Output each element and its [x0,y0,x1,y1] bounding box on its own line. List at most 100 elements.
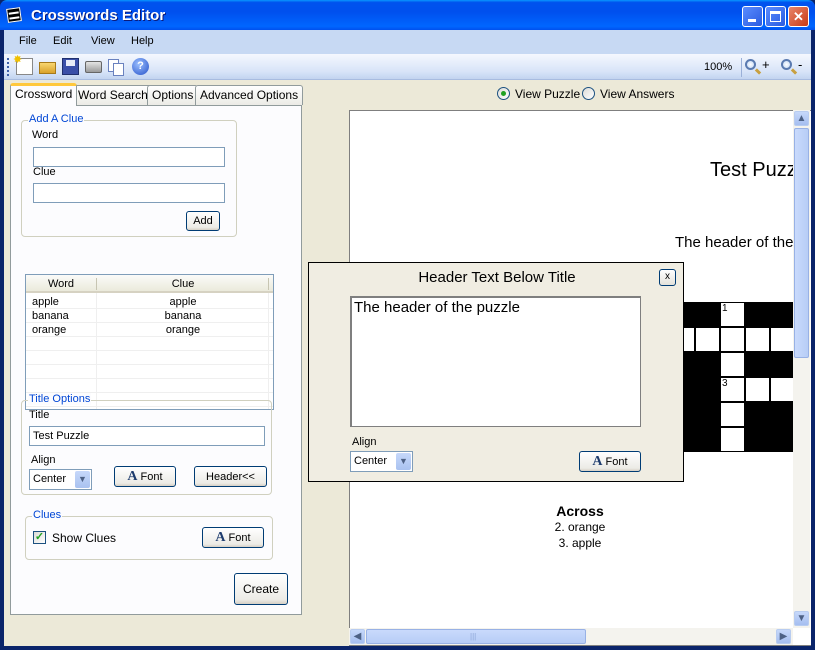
open-icon[interactable] [39,62,56,74]
menu-bar: File Edit View Help [4,30,811,54]
black-cell [770,427,795,452]
show-clues-checkbox[interactable]: ✓ [33,531,46,544]
clue-label: Clue [33,166,56,178]
tab-advanced-options[interactable]: Advanced Options [195,85,304,105]
title-options-legend: Title Options [28,393,92,405]
black-cell [695,402,720,427]
align-label: Align [31,454,56,466]
create-button[interactable]: Create [234,573,288,605]
vertical-scroll-thumb[interactable] [794,128,809,358]
menu-help[interactable]: Help [131,35,154,47]
scroll-left-button[interactable]: ◀ [350,629,365,644]
black-cell [745,352,770,377]
white-cell [720,402,745,427]
title-input[interactable] [29,426,265,446]
title-bar[interactable]: Crosswords Editor ✕ [0,0,815,30]
column-word[interactable]: Word [26,278,96,290]
window-title: Crosswords Editor [31,7,166,24]
white-cell [770,327,795,352]
maximize-button[interactable] [765,6,786,27]
help-icon[interactable]: ? [132,58,149,75]
scroll-up-button[interactable]: ▲ [794,111,809,126]
show-clues-label[interactable]: Show Clues [52,531,116,545]
dialog-title: Header Text Below Title [418,269,576,286]
word-cell: banana [32,310,69,322]
toolbar: ? 100% + - [4,53,811,80]
view-answers-radio[interactable] [582,87,595,100]
white-cell [745,327,770,352]
scroll-down-button[interactable]: ▼ [794,611,809,626]
chevron-down-icon[interactable]: ▼ [396,453,411,470]
header-align-value: Center [354,455,388,467]
font-icon: A [127,468,138,484]
clue-number: 3 [722,378,728,389]
white-cell: 1 [720,302,745,327]
close-icon: ✕ [793,9,804,24]
black-cell [770,402,795,427]
header-toggle-button[interactable]: Header<< [194,466,267,487]
black-cell [745,427,770,452]
menu-edit[interactable]: Edit [53,35,72,47]
header-font-button[interactable]: A Font [579,451,641,472]
view-puzzle-radio[interactable] [497,87,510,100]
new-icon[interactable] [13,53,33,75]
clue-number: 1 [722,303,728,314]
tab-options[interactable]: Options [147,85,199,105]
menu-view[interactable]: View [91,35,115,47]
tab-word-search[interactable]: Word Search [73,85,153,105]
app-window: Crosswords Editor ✕ File Edit View Help … [0,0,815,650]
minimize-button[interactable] [742,6,763,27]
white-cell [720,352,745,377]
title-font-button[interactable]: A Font [114,466,176,487]
black-cell [695,352,720,377]
dialog-align-label: Align [352,436,377,448]
clues-font-button[interactable]: A Font [202,527,264,548]
copy-icon[interactable] [108,59,124,76]
zoom-in-button[interactable]: + [744,57,772,76]
table-row[interactable]: banana banana [26,309,273,323]
app-icon [6,7,22,23]
chevron-down-icon[interactable]: ▼ [75,471,90,488]
add-button[interactable]: Add [186,211,220,231]
white-cell [720,427,745,452]
title-align-select[interactable]: Center ▼ [29,469,92,490]
table-row[interactable]: apple apple [26,295,273,309]
preview-header: The header of the [675,234,794,251]
word-input[interactable] [33,147,225,167]
tab-crossword[interactable]: Crossword [10,83,78,106]
close-button[interactable]: ✕ [788,6,809,27]
add-clue-legend: Add A Clue [28,113,85,125]
dialog-close-button[interactable]: x [659,269,676,286]
clues-group: Clues ✓ Show Clues A Font [25,509,273,560]
maximize-icon [770,11,781,22]
column-clue[interactable]: Clue [97,278,269,290]
zoom-out-label: - [798,57,803,72]
horizontal-scrollbar[interactable]: ◀ ||| ▶ [349,628,793,645]
save-icon[interactable] [62,58,79,75]
menu-file[interactable]: File [19,35,37,47]
vertical-scrollbar[interactable]: ▲ ▼ [793,110,810,628]
clue-input[interactable] [33,183,225,203]
zoom-out-button[interactable]: - [780,57,808,76]
white-cell [745,377,770,402]
table-row[interactable]: orange orange [26,323,273,337]
header-align-select[interactable]: Center ▼ [350,451,413,472]
zoom-in-label: + [762,57,770,72]
word-list[interactable]: Word Clue apple apple banana banana oran… [25,274,274,410]
font-icon: A [215,529,226,545]
toolbar-grip[interactable] [7,58,9,76]
clue-list: Across 2. orange 3. apple [530,503,630,551]
word-label: Word [32,129,59,141]
header-textarea[interactable] [350,296,641,427]
clue-cell: banana [164,310,202,322]
horizontal-scroll-thumb[interactable]: ||| [366,629,586,644]
black-cell [770,302,795,327]
title-label: Title [29,409,50,421]
clues-legend: Clues [32,509,63,521]
scroll-right-button[interactable]: ▶ [776,629,791,644]
view-puzzle-label[interactable]: View Puzzle [515,87,580,101]
view-answers-label[interactable]: View Answers [600,87,674,101]
print-icon[interactable] [85,61,102,73]
white-cell [695,327,720,352]
header-text-dialog: Header Text Below Title x Align Center ▼… [308,262,684,482]
